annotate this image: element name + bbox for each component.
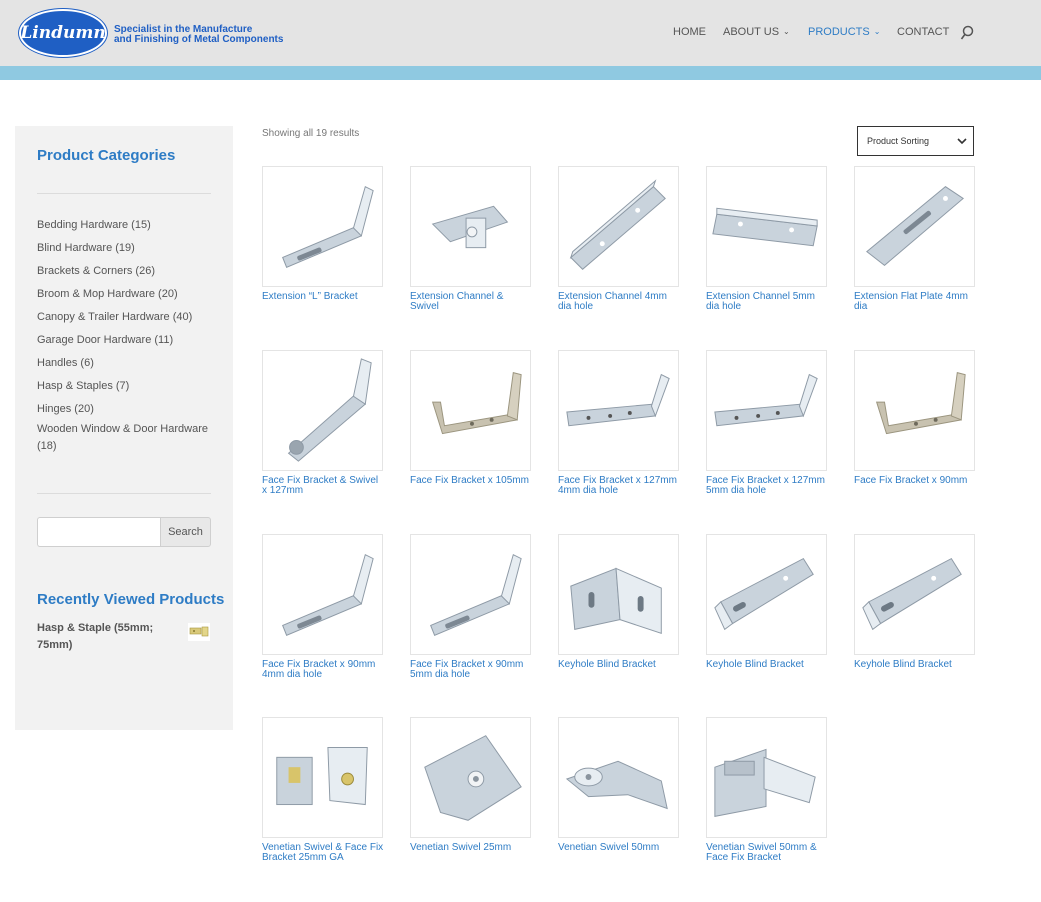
product-image[interactable] (410, 534, 531, 655)
chevron-down-icon: ⌄ (783, 27, 790, 36)
product-card[interactable]: Face Fix Bracket & Swivel x 127mm (262, 350, 384, 496)
nav-about-us[interactable]: ABOUT US ⌄ (723, 26, 790, 38)
product-name[interactable]: Face Fix Bracket & Swivel x 127mm (262, 476, 384, 496)
product-card[interactable]: Face Fix Bracket x 127mm 4mm dia hole (558, 350, 680, 496)
product-card[interactable]: Face Fix Bracket x 90mm 4mm dia hole (262, 534, 384, 680)
product-image[interactable] (854, 166, 975, 287)
product-card[interactable]: Keyhole Blind Bracket (706, 534, 828, 670)
category-item-broom[interactable]: Broom & Mop Hardware (20) (37, 286, 217, 309)
product-card[interactable]: Face Fix Bracket x 90mm (854, 350, 976, 486)
product-search-input[interactable] (37, 517, 160, 547)
category-item-handles[interactable]: Handles (6) (37, 355, 217, 378)
product-image[interactable] (410, 717, 531, 838)
product-name[interactable]: Face Fix Bracket x 90mm 4mm dia hole (262, 660, 384, 680)
nav-products-label: PRODUCTS (808, 26, 870, 38)
product-image[interactable] (558, 350, 679, 471)
product-name[interactable]: Extension “L” Bracket (262, 292, 384, 302)
product-card[interactable]: Extension Channel 5mm dia hole (706, 166, 828, 312)
category-item-bedding[interactable]: Bedding Hardware (15) (37, 217, 217, 240)
nav-contact-label: CONTACT (897, 26, 950, 38)
product-name[interactable]: Face Fix Bracket x 127mm 5mm dia hole (706, 476, 828, 496)
category-item-canopy[interactable]: Canopy & Trailer Hardware (40) (37, 309, 217, 332)
product-name[interactable]: Venetian Swivel & Face Fix Bracket 25mm … (262, 843, 384, 863)
product-search: Search (37, 517, 211, 547)
product-image[interactable] (854, 350, 975, 471)
product-image[interactable] (706, 166, 827, 287)
category-item-blind[interactable]: Blind Hardware (19) (37, 240, 217, 263)
product-image[interactable] (706, 350, 827, 471)
product-sorting-select[interactable]: Product Sorting (857, 126, 974, 156)
site-tagline: Specialist in the Manufacture and Finish… (114, 25, 283, 45)
tagline-line-2: and Finishing of Metal Components (114, 34, 284, 45)
site-header: Lindumn Specialist in the Manufacture an… (0, 0, 1041, 66)
product-search-button[interactable]: Search (160, 517, 211, 547)
product-image[interactable] (706, 717, 827, 838)
product-card[interactable]: Face Fix Bracket x 90mm 5mm dia hole (410, 534, 532, 680)
product-card[interactable]: Venetian Swivel 50mm (558, 717, 680, 853)
recent-product-thumbnail[interactable] (188, 623, 210, 641)
product-image[interactable] (558, 166, 679, 287)
logo-text: Lindumn (20, 23, 106, 43)
product-name[interactable]: Keyhole Blind Bracket (854, 660, 976, 670)
product-card[interactable]: Venetian Swivel 50mm & Face Fix Bracket (706, 717, 828, 863)
results-count: Showing all 19 results (262, 128, 360, 139)
sidebar: Product Categories Bedding Hardware (15)… (15, 126, 233, 730)
product-name[interactable]: Extension Channel 5mm dia hole (706, 292, 828, 312)
product-image[interactable] (262, 166, 383, 287)
product-card[interactable]: Keyhole Blind Bracket (558, 534, 680, 670)
product-card[interactable]: Extension “L” Bracket (262, 166, 384, 302)
recently-viewed-item[interactable]: Hasp & Staple (55mm; 75mm) (37, 620, 187, 654)
search-icon[interactable] (960, 25, 974, 41)
nav-home-label: HOME (673, 26, 706, 38)
header-accent-strip (0, 66, 1041, 80)
product-name[interactable]: Keyhole Blind Bracket (706, 660, 828, 670)
product-name[interactable]: Face Fix Bracket x 90mm (854, 476, 976, 486)
nav-products[interactable]: PRODUCTS ⌄ (808, 26, 880, 38)
category-list: Bedding Hardware (15) Blind Hardware (19… (37, 217, 217, 461)
product-image[interactable] (706, 534, 827, 655)
product-name[interactable]: Extension Channel & Swivel (410, 292, 532, 312)
product-image[interactable] (558, 534, 679, 655)
category-item-brackets[interactable]: Brackets & Corners (26) (37, 263, 217, 286)
product-name[interactable]: Face Fix Bracket x 90mm 5mm dia hole (410, 660, 532, 680)
product-card[interactable]: Venetian Swivel & Face Fix Bracket 25mm … (262, 717, 384, 863)
nav-home[interactable]: HOME (673, 26, 706, 38)
site-logo[interactable]: Lindumn (19, 9, 107, 57)
sidebar-divider (37, 193, 211, 194)
category-item-wooden-window[interactable]: Wooden Window & Door Hardware (18) (37, 421, 217, 461)
product-categories-title: Product Categories (37, 147, 176, 164)
sidebar-divider (37, 493, 211, 494)
nav-contact[interactable]: CONTACT (897, 26, 949, 38)
product-card[interactable]: Extension Flat Plate 4mm dia (854, 166, 976, 312)
product-name[interactable]: Keyhole Blind Bracket (558, 660, 680, 670)
product-image[interactable] (410, 350, 531, 471)
product-name[interactable]: Extension Channel 4mm dia hole (558, 292, 680, 312)
chevron-down-icon: ⌄ (873, 27, 881, 36)
product-name[interactable]: Face Fix Bracket x 105mm (410, 476, 532, 486)
product-card[interactable]: Keyhole Blind Bracket (854, 534, 976, 670)
category-item-garage[interactable]: Garage Door Hardware (11) (37, 332, 217, 355)
chevron-down-icon (957, 138, 967, 145)
product-card[interactable]: Face Fix Bracket x 105mm (410, 350, 532, 486)
product-name[interactable]: Venetian Swivel 50mm & Face Fix Bracket (706, 843, 828, 863)
product-image[interactable] (262, 534, 383, 655)
recently-viewed-title: Recently Viewed Products (37, 591, 225, 608)
product-name[interactable]: Extension Flat Plate 4mm dia (854, 292, 976, 312)
product-image[interactable] (262, 350, 383, 471)
product-card[interactable]: Extension Channel & Swivel (410, 166, 532, 312)
product-sorting-label: Product Sorting (867, 136, 930, 146)
product-image[interactable] (262, 717, 383, 838)
product-image[interactable] (558, 717, 679, 838)
product-card[interactable]: Venetian Swivel 25mm (410, 717, 532, 853)
product-name[interactable]: Venetian Swivel 50mm (558, 843, 680, 853)
product-card[interactable]: Extension Channel 4mm dia hole (558, 166, 680, 312)
product-name[interactable]: Face Fix Bracket x 127mm 4mm dia hole (558, 476, 680, 496)
product-image[interactable] (854, 534, 975, 655)
product-name[interactable]: Venetian Swivel 25mm (410, 843, 532, 853)
product-card[interactable]: Face Fix Bracket x 127mm 5mm dia hole (706, 350, 828, 496)
category-item-hasp[interactable]: Hasp & Staples (7) (37, 378, 217, 401)
product-image[interactable] (410, 166, 531, 287)
nav-about-label: ABOUT US (723, 26, 780, 38)
